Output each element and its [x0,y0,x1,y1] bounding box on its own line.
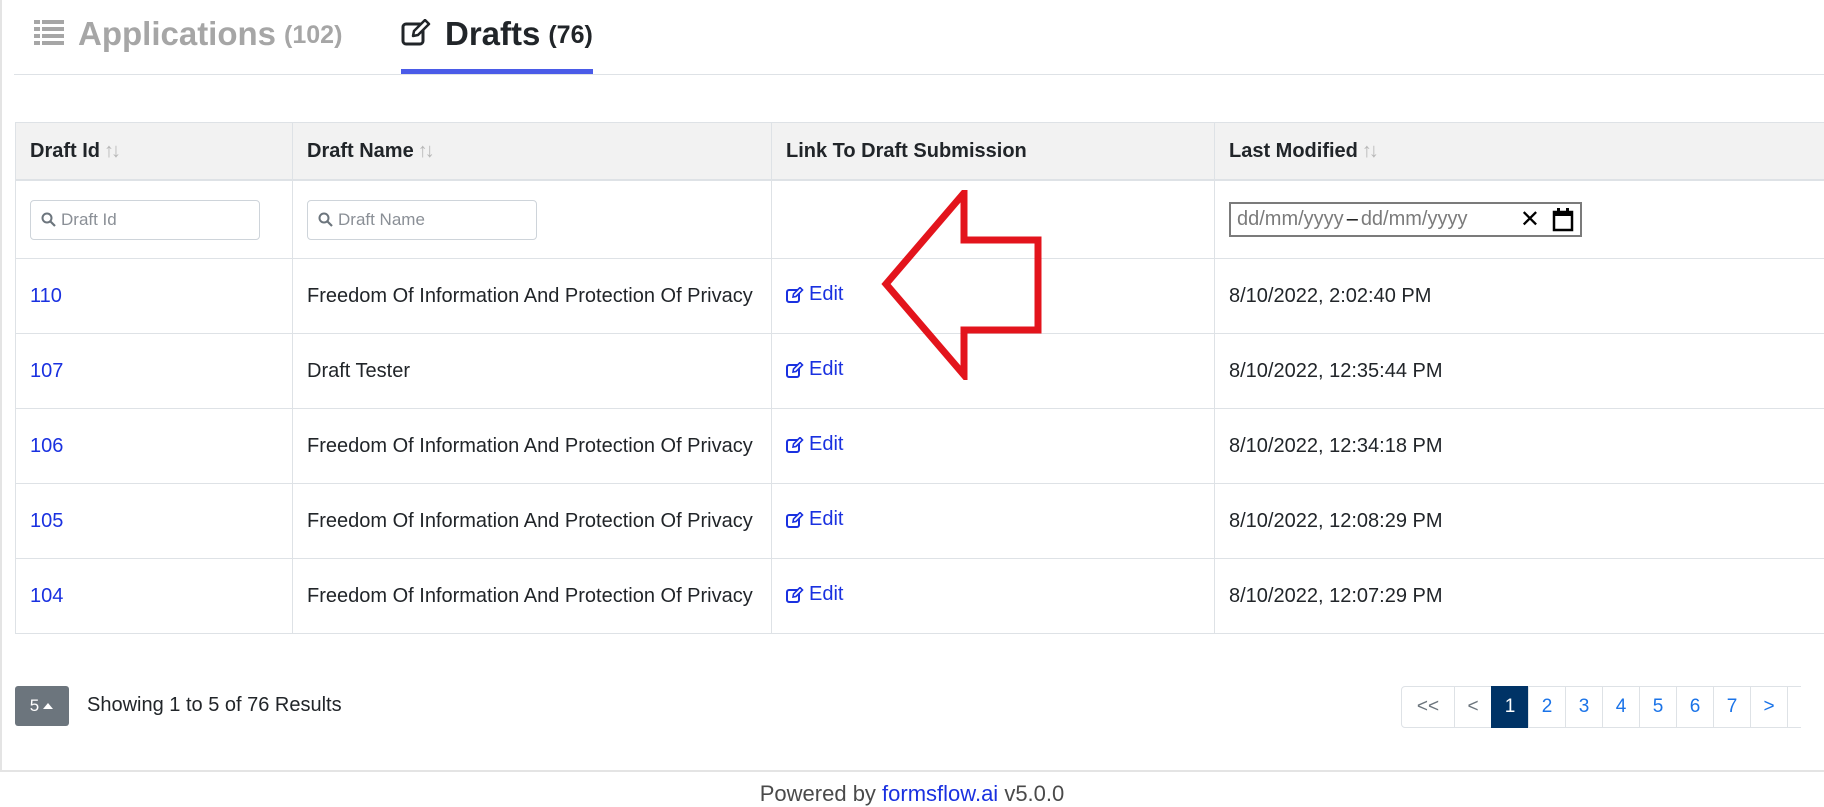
draft-name-placeholder: Draft Name [338,209,425,229]
edit-icon [401,19,431,46]
draft-id-link[interactable]: 106 [30,435,63,457]
footer: Powered by formsflow.ai v5.0.0 [0,781,1824,807]
edit-icon [786,361,804,378]
active-tab-indicator [401,69,593,74]
sort-icon[interactable]: ↑↓ [104,140,121,162]
results-summary: Showing 1 to 5 of 76 Results [87,694,342,716]
edit-icon [786,286,804,303]
filter-cell: Draft Name [292,179,772,259]
footer-brand-link[interactable]: formsflow.ai [882,781,998,806]
draft-id-cell: 106 [15,408,293,484]
draft-id-cell: 104 [15,558,293,634]
draft-id-link[interactable]: 104 [30,585,63,607]
close-icon[interactable]: ✕ [1520,207,1540,232]
draft-id-link[interactable]: 105 [30,510,63,532]
tab-drafts[interactable]: Drafts (76) [401,14,593,74]
draft-id-link[interactable]: 107 [30,360,63,382]
sort-icon[interactable]: ↑↓ [418,140,435,162]
draft-id-cell: 107 [15,333,293,409]
column-header-link: Link To Draft Submission [771,122,1215,181]
date-separator: – [1346,208,1358,230]
draft-name-cell: Freedom Of Information And Protection Of… [292,483,772,559]
column-header-draft-name[interactable]: Draft Name ↑↓ [292,122,772,181]
footer-prefix: Powered by [759,781,883,806]
pagination: << < 1 2 3 4 5 6 7 > [1401,686,1801,728]
tab-applications-label: Applications [78,15,277,52]
draft-id-cell: 105 [15,483,293,559]
date-to[interactable]: dd/mm/yyyy [1361,208,1468,231]
page-button-1[interactable]: 1 [1491,686,1529,728]
pager-overflow [1787,686,1801,728]
prev-page-button[interactable]: < [1454,686,1492,728]
search-icon [41,212,56,227]
tab-applications[interactable]: Applications (102) [34,14,342,74]
next-page-button[interactable]: > [1750,686,1788,728]
column-header-draft-id[interactable]: Draft Id ↑↓ [15,122,293,181]
filter-cell: Draft Id [15,179,293,259]
page-size-value: 5 [29,696,40,715]
draft-id-filter-input[interactable]: Draft Id [30,199,260,240]
table-header-row: Draft Id ↑↓ Draft Name ↑↓ Link To Draft Su… [15,122,1824,181]
last-modified-cell: 8/10/2022, 12:35:44 PM [1214,333,1824,409]
filter-cell: dd/mm/yyyy – dd/mm/yyyy ✕ [1214,179,1824,259]
page-button-4[interactable]: 4 [1602,686,1640,728]
draft-name-cell: Freedom Of Information And Protection Of… [292,558,772,634]
first-page-button[interactable]: << [1401,686,1455,728]
footer-divider [0,770,1824,772]
left-border [0,0,2,770]
date-from[interactable]: dd/mm/yyyy [1237,208,1344,231]
date-range-picker[interactable]: dd/mm/yyyy – dd/mm/yyyy ✕ [1229,202,1582,237]
edit-draft-link[interactable]: Edit [786,508,843,531]
tab-drafts-label: Drafts [445,15,541,52]
table-row: 105 Freedom Of Information And Protectio… [15,483,1824,559]
page-button-6[interactable]: 6 [1676,686,1714,728]
tab-applications-count: (102) [284,21,343,49]
draft-id-link[interactable]: 110 [30,285,62,307]
draft-id-placeholder: Draft Id [61,209,117,229]
caret-up-icon [43,703,54,709]
tab-bar: Applications (102) Drafts (76) [14,0,1824,75]
footer-version: v5.0.0 [998,781,1065,806]
draft-id-cell: 110 [15,258,293,334]
last-modified-cell: 8/10/2022, 2:02:40 PM [1214,258,1824,334]
draft-name-cell: Freedom Of Information And Protection Of… [292,258,772,334]
edit-icon [786,511,804,528]
search-icon [318,212,333,227]
last-modified-cell: 8/10/2022, 12:08:29 PM [1214,483,1824,559]
last-modified-cell: 8/10/2022, 12:34:18 PM [1214,408,1824,484]
annotation-arrow-icon [881,190,1042,380]
edit-icon [786,586,804,603]
table-row: 106 Freedom Of Information And Protectio… [15,408,1824,484]
page-button-3[interactable]: 3 [1565,686,1603,728]
edit-draft-link[interactable]: Edit [786,358,843,381]
draft-name-cell: Freedom Of Information And Protection Of… [292,408,772,484]
page-button-5[interactable]: 5 [1639,686,1677,728]
calendar-icon[interactable] [1552,207,1574,232]
draft-name-cell: Draft Tester [292,333,772,409]
last-modified-cell: 8/10/2022, 12:07:29 PM [1214,558,1824,634]
table-row: 104 Freedom Of Information And Protectio… [15,558,1824,634]
edit-draft-link[interactable]: Edit [786,583,843,606]
page-size-dropdown[interactable]: 5 [15,686,69,726]
tab-drafts-count: (76) [548,21,593,49]
link-cell: Edit [771,408,1215,484]
edit-draft-link[interactable]: Edit [786,283,843,306]
draft-name-filter-input[interactable]: Draft Name [307,199,537,240]
edit-draft-link[interactable]: Edit [786,433,843,456]
page-button-2[interactable]: 2 [1528,686,1566,728]
page-button-7[interactable]: 7 [1713,686,1751,728]
sort-icon[interactable]: ↑↓ [1362,140,1379,162]
link-cell: Edit [771,483,1215,559]
edit-icon [786,436,804,453]
list-icon [34,20,64,45]
column-header-last-modified[interactable]: Last Modified ↑↓ [1214,122,1824,181]
link-cell: Edit [771,558,1215,634]
